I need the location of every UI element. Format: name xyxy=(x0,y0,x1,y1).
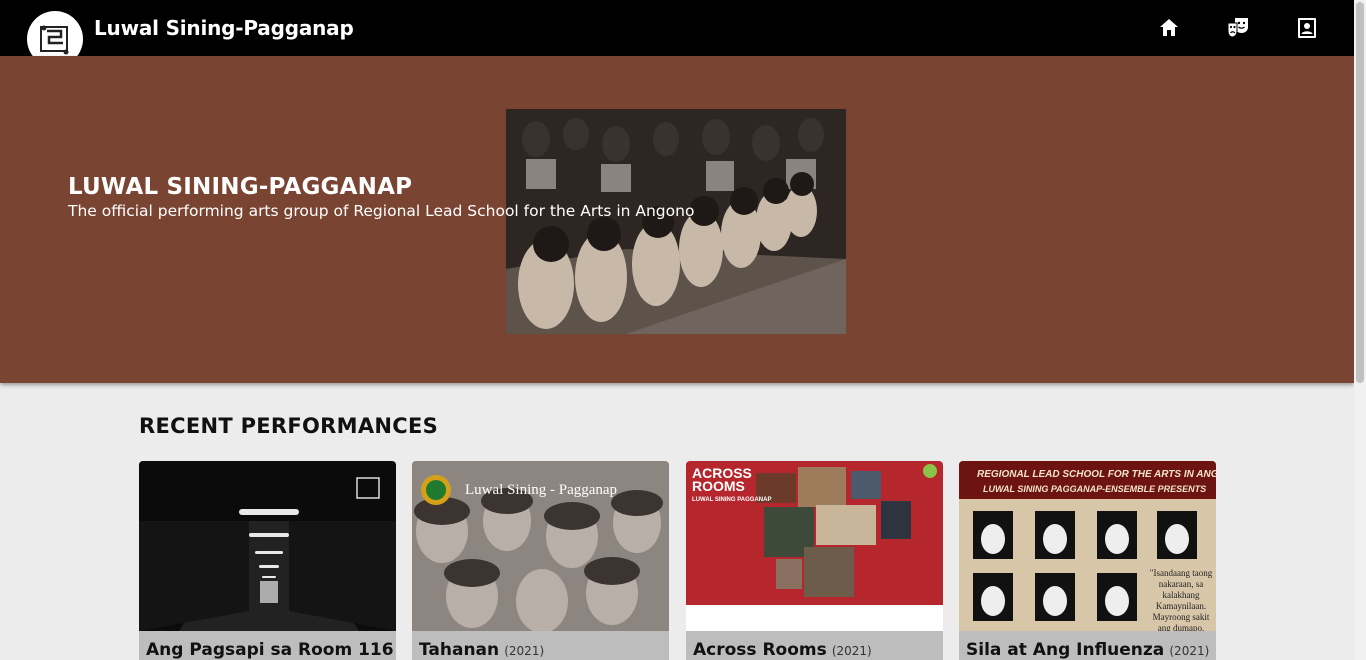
hero-subtitle: The official performing arts group of Re… xyxy=(68,202,695,220)
performance-card[interactable]: ACROSS ROOMS LUWAL SINING PAGGANAP Acros… xyxy=(686,461,943,660)
hero-photo xyxy=(506,109,846,334)
poster-quote-text: "Isandaang taong nakaraan, sa kalakhang … xyxy=(1149,568,1213,631)
poster-image: ACROSS ROOMS LUWAL SINING PAGGANAP xyxy=(686,461,943,631)
logo-mark-icon xyxy=(40,25,69,55)
card-title: Sila at Ang Influenza xyxy=(966,640,1165,660)
contact-card-icon[interactable] xyxy=(1295,16,1319,40)
poster-subheader-text: LUWAL SINING PAGGANAP-ENSEMBLE PRESENTS xyxy=(983,484,1207,494)
performance-card[interactable]: REGIONAL LEAD SCHOOL FOR THE ARTS IN ANG… xyxy=(959,461,1216,660)
poster-banner-text: Luwal Sining - Pagganap xyxy=(465,482,618,498)
section-heading: RECENT PERFORMANCES xyxy=(139,414,439,438)
theater-masks-icon[interactable] xyxy=(1226,16,1250,40)
poster-title-text: ACROSS ROOMS xyxy=(692,465,752,494)
page-scrollbar[interactable] xyxy=(1354,0,1366,660)
poster-header-text: REGIONAL LEAD SCHOOL FOR THE ARTS IN ANG… xyxy=(977,469,1216,480)
poster-image: REGIONAL LEAD SCHOOL FOR THE ARTS IN ANG… xyxy=(959,461,1216,631)
card-title: Ang Pagsapi sa Room 116 xyxy=(146,640,394,660)
card-year: (2021) xyxy=(1169,644,1210,658)
app-bar: Luwal Sining-Pagganap xyxy=(0,0,1354,67)
poster-image xyxy=(139,461,396,631)
card-year: (2021) xyxy=(831,644,872,658)
card-year: (2021) xyxy=(504,644,545,658)
home-icon[interactable] xyxy=(1157,16,1181,40)
card-title: Across Rooms xyxy=(693,640,827,660)
poster-image: Luwal Sining - Pagganap xyxy=(412,461,669,631)
scrollbar-thumb[interactable] xyxy=(1356,2,1364,383)
app-title[interactable]: Luwal Sining-Pagganap xyxy=(94,16,354,40)
poster-subtitle-text: LUWAL SINING PAGGANAP xyxy=(692,497,772,503)
hero-banner: LUWAL SINING-PAGGANAP The official perfo… xyxy=(0,56,1354,383)
performance-card[interactable]: Luwal Sining - Pagganap Tahanan (2021) xyxy=(412,461,669,660)
performance-card[interactable]: Ang Pagsapi sa Room 116 xyxy=(139,461,396,660)
card-title: Tahanan xyxy=(419,640,500,660)
hero-title: LUWAL SINING-PAGGANAP xyxy=(68,174,413,200)
